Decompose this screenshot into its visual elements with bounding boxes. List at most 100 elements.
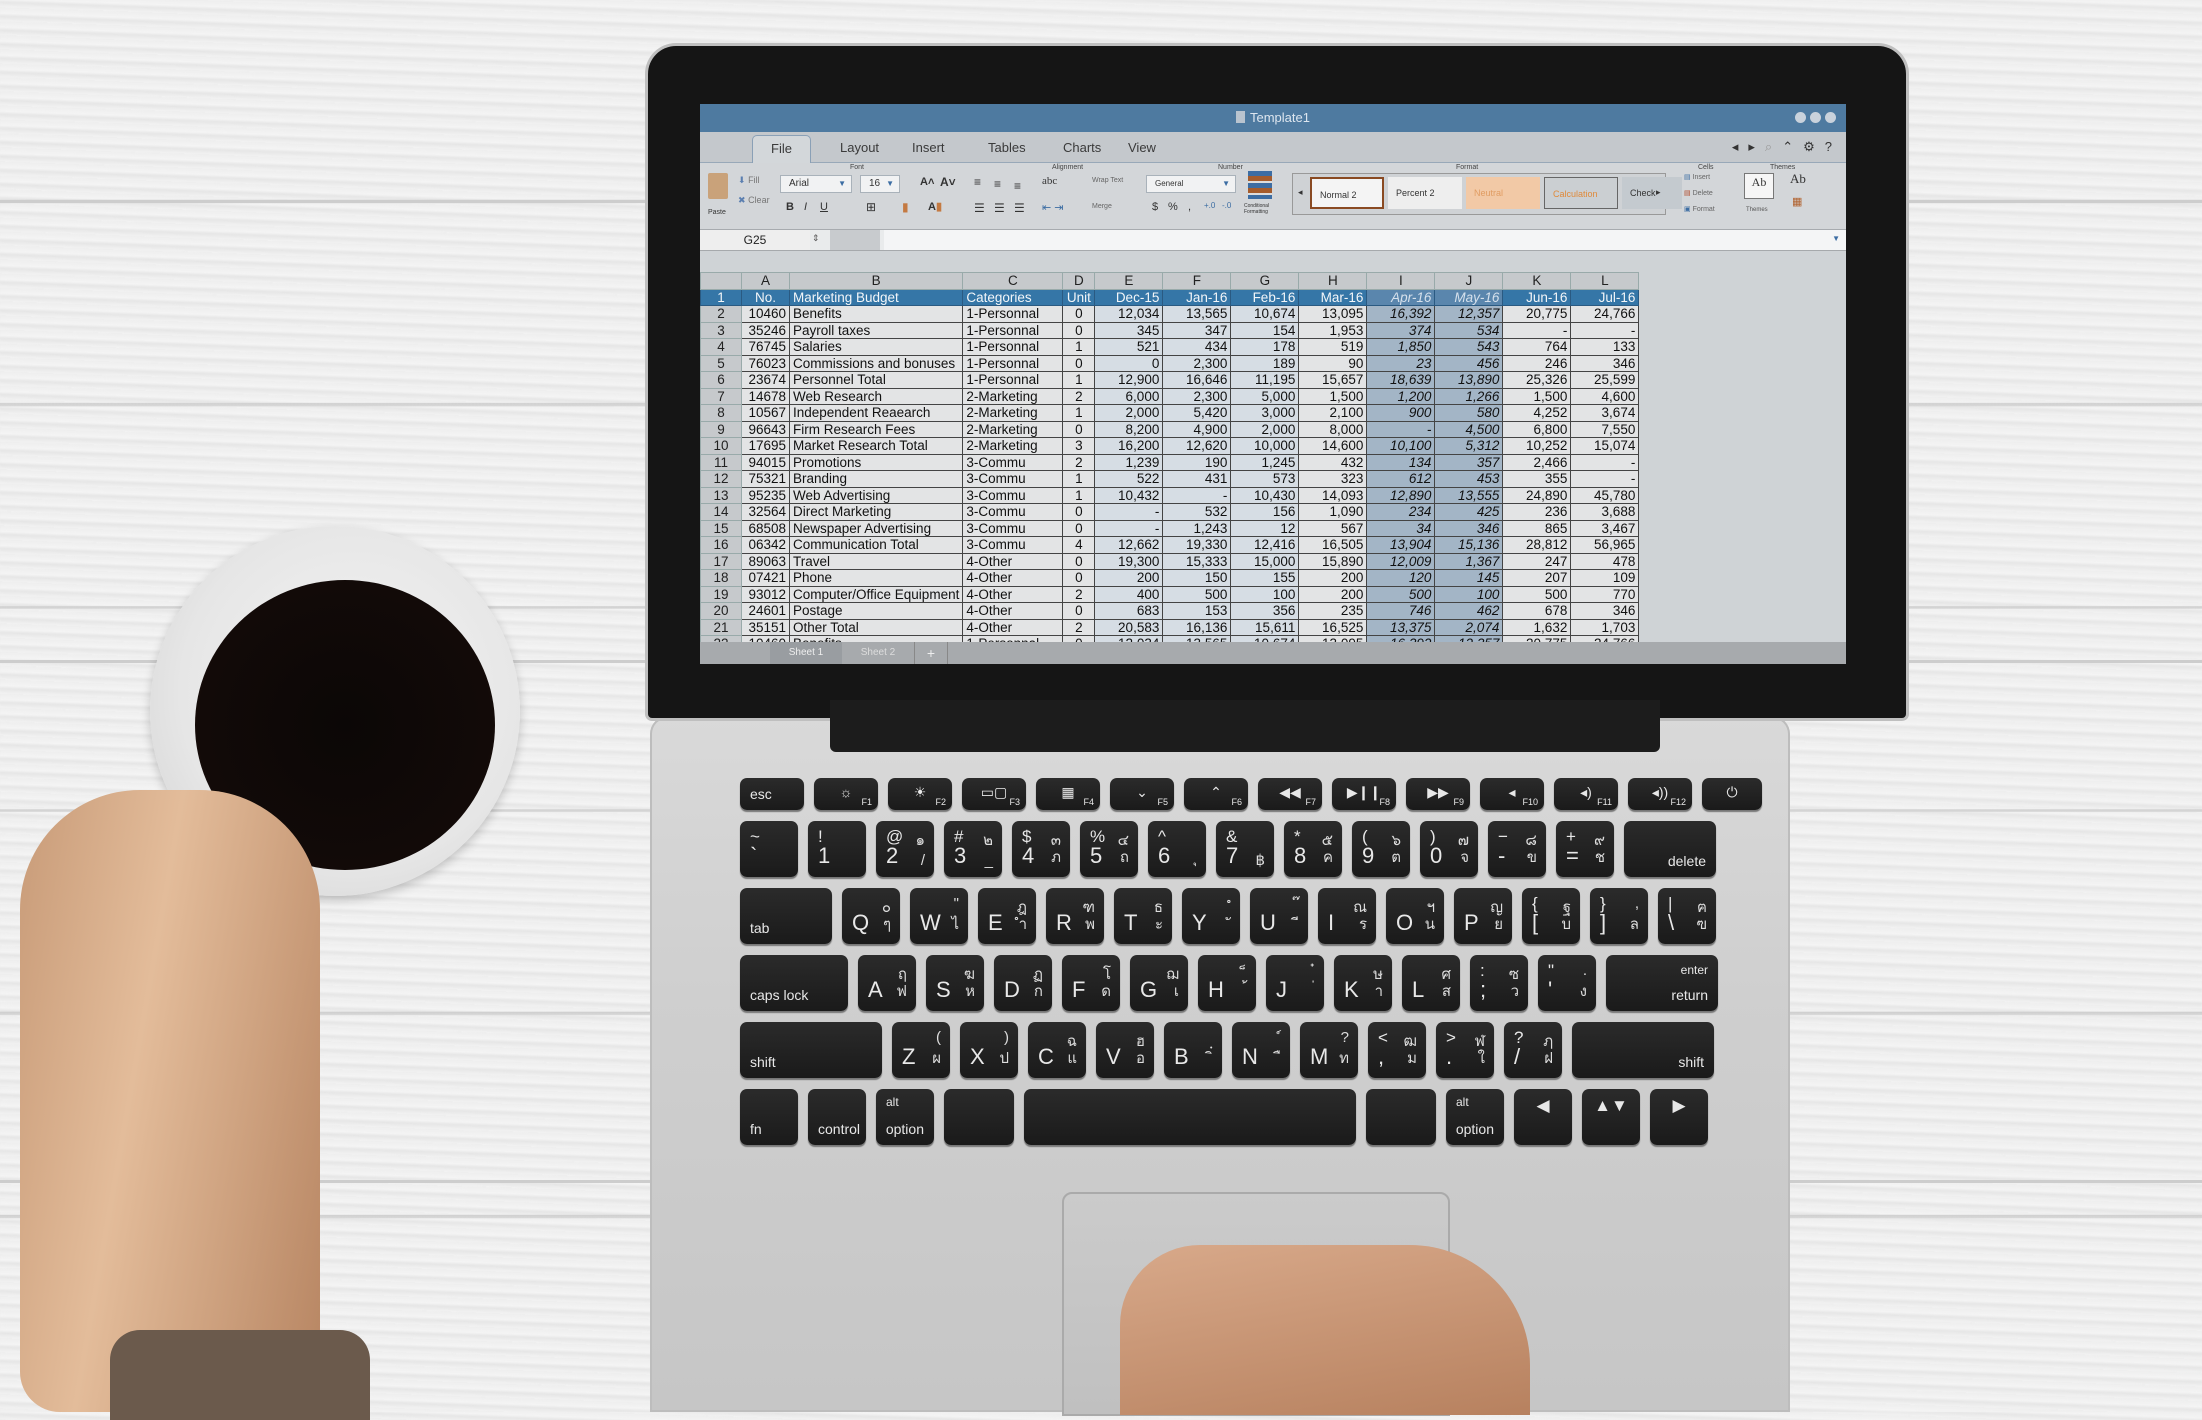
styles-next-icon[interactable]: ▸ [1656, 187, 1661, 198]
row-number[interactable]: 15 [700, 520, 742, 537]
window-dot-button[interactable] [1825, 112, 1836, 123]
cell[interactable]: 154 [1230, 322, 1299, 339]
cell[interactable]: 534 [1434, 322, 1503, 339]
key[interactable]: ▲▼ [1582, 1089, 1640, 1145]
cell[interactable]: 2,300 [1162, 355, 1231, 372]
cell[interactable]: 12,662 [1094, 536, 1163, 553]
cell[interactable]: 3,674 [1570, 404, 1639, 421]
column-header[interactable]: H [1298, 272, 1367, 289]
cell[interactable]: 14678 [741, 388, 790, 405]
row-number[interactable]: 13 [700, 487, 742, 504]
cell[interactable]: 346 [1570, 602, 1639, 619]
key[interactable]: | \ ฅฃ [1658, 888, 1716, 944]
formula-input[interactable] [884, 230, 1846, 250]
percent-button[interactable]: % [1168, 201, 1178, 213]
key[interactable]: {[ฐบ [1522, 888, 1580, 944]
key[interactable]: Fโด [1062, 955, 1120, 1011]
cell[interactable]: 4 [1062, 536, 1095, 553]
cell[interactable]: 347 [1162, 322, 1231, 339]
cell[interactable]: 3-Commu [962, 520, 1063, 537]
cell[interactable]: 12,034 [1094, 305, 1163, 322]
key[interactable]: #3 ๒ _ [944, 821, 1002, 877]
align-top-icon[interactable]: ≡ [974, 175, 981, 189]
cell[interactable]: 456 [1434, 355, 1503, 372]
tab-insert[interactable]: Insert [912, 140, 945, 155]
cell[interactable]: 3,467 [1570, 520, 1639, 537]
key[interactable]: Dฏก [994, 955, 1052, 1011]
cell[interactable]: 0 [1062, 520, 1095, 537]
underline-button[interactable]: U [820, 201, 828, 213]
cell[interactable]: 346 [1434, 520, 1503, 537]
cell[interactable]: 2,300 [1162, 388, 1231, 405]
comma-button[interactable]: , [1188, 201, 1191, 213]
cell[interactable]: 1,090 [1298, 503, 1367, 520]
key[interactable]: (9 ๖ต [1352, 821, 1410, 877]
column-header[interactable]: E [1094, 272, 1163, 289]
cell[interactable]: 15,136 [1434, 536, 1503, 553]
cell[interactable]: 246 [1502, 355, 1571, 372]
cell[interactable]: 2,100 [1298, 404, 1367, 421]
conditional-formatting-icon[interactable] [1248, 171, 1272, 199]
cell[interactable]: 0 [1062, 305, 1095, 322]
cell[interactable]: 1-Personnal [962, 371, 1063, 388]
cell[interactable]: 2 [1062, 619, 1095, 636]
style-check[interactable]: Check [1622, 177, 1682, 209]
cell[interactable]: 07421 [741, 569, 790, 586]
key[interactable]: alt option [1446, 1089, 1504, 1145]
cell[interactable]: 1 [1062, 470, 1095, 487]
cell[interactable]: 5,312 [1434, 437, 1503, 454]
cell[interactable]: 323 [1298, 470, 1367, 487]
add-sheet-button[interactable]: + [914, 642, 948, 664]
style-neutral[interactable]: Neutral [1466, 177, 1540, 209]
cell[interactable]: 519 [1298, 338, 1367, 355]
key[interactable]: U๊ี [1250, 888, 1308, 944]
cell[interactable]: 0 [1062, 602, 1095, 619]
key[interactable]: ☀ F2 [888, 778, 952, 810]
key[interactable]: Tธะ [1114, 888, 1172, 944]
cell[interactable]: Salaries [789, 338, 963, 355]
row-number[interactable]: 1 [700, 289, 742, 306]
cell[interactable]: 12,009 [1366, 553, 1435, 570]
key[interactable]: ◂)) F12 [1628, 778, 1692, 810]
cell[interactable]: 2 [1062, 586, 1095, 603]
cell[interactable]: Web Research [789, 388, 963, 405]
cell[interactable]: 0 [1062, 503, 1095, 520]
cell[interactable]: 0 [1062, 355, 1095, 372]
cell[interactable]: Branding [789, 470, 963, 487]
column-header[interactable]: G [1230, 272, 1299, 289]
sheet-tab-2[interactable]: Sheet 2 [842, 642, 914, 664]
cell[interactable]: 234 [1366, 503, 1435, 520]
cell[interactable]: 1,632 [1502, 619, 1571, 636]
key[interactable]: Cฉแ [1028, 1022, 1086, 1078]
cell[interactable]: Promotions [789, 454, 963, 471]
row-number[interactable]: 20 [700, 602, 742, 619]
cell[interactable]: 25,326 [1502, 371, 1571, 388]
cell[interactable]: 16,392 [1366, 305, 1435, 322]
header-cell[interactable]: Jan-16 [1162, 289, 1231, 306]
cell[interactable]: - [1162, 487, 1231, 504]
cell[interactable]: 1,200 [1366, 388, 1435, 405]
cell[interactable]: - [1366, 421, 1435, 438]
row-number[interactable]: 8 [700, 404, 742, 421]
cell[interactable]: 19,300 [1094, 553, 1163, 570]
key[interactable]: " '. ง [1538, 955, 1596, 1011]
cell[interactable]: 10,430 [1230, 487, 1299, 504]
cell[interactable]: Travel [789, 553, 963, 570]
cell[interactable]: 1-Personnal [962, 338, 1063, 355]
cell[interactable]: 11,195 [1230, 371, 1299, 388]
cell[interactable]: 20,583 [1094, 619, 1163, 636]
cell[interactable]: Phone [789, 569, 963, 586]
cell[interactable]: 3-Commu [962, 470, 1063, 487]
key[interactable]: ~ ` [740, 821, 798, 877]
fill-color-icon[interactable]: ▮ [902, 200, 909, 214]
cell[interactable]: 15,890 [1298, 553, 1367, 570]
cell[interactable]: 4,600 [1570, 388, 1639, 405]
themes-button[interactable]: Ab [1744, 173, 1774, 199]
key[interactable]: ▶▶ F9 [1406, 778, 1470, 810]
cell[interactable]: 45,780 [1570, 487, 1639, 504]
cell[interactable]: 17695 [741, 437, 790, 454]
conditional-formatting-button[interactable]: Conditional Formatting [1244, 203, 1280, 215]
cell[interactable]: 462 [1434, 602, 1503, 619]
key[interactable]: X) ป [960, 1022, 1018, 1078]
key[interactable]: fn [740, 1089, 798, 1145]
